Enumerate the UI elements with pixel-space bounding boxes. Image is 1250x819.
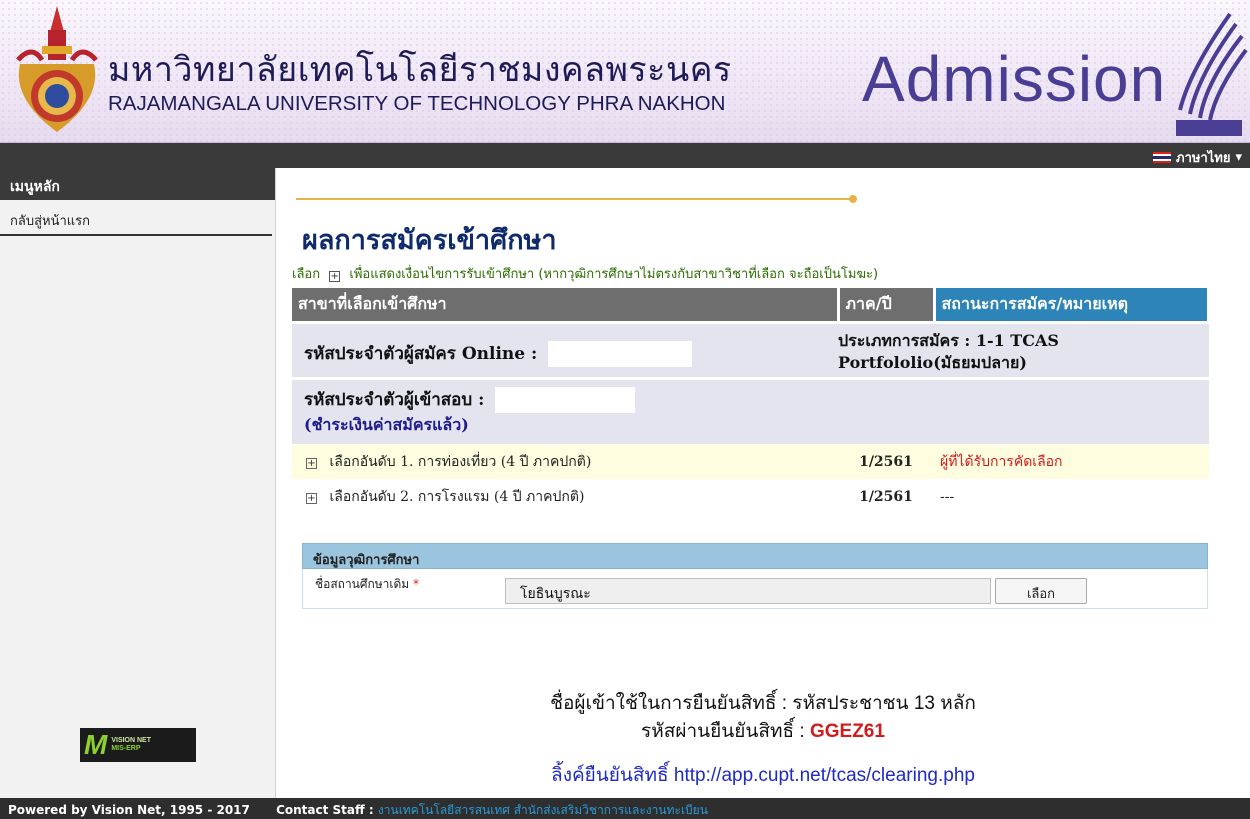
exam-id-cell: รหัสประจำตัวผู้เข้าสอบ : (ชำระเงินค่าสมั… xyxy=(292,376,838,444)
language-selector[interactable]: ภาษาไทย ▾ xyxy=(1153,147,1242,168)
conditions-text: เพื่อแสดงเงื่อนไขการรับเข้าศึกษา (หากวุฒ… xyxy=(349,267,879,282)
choice-2-status: --- xyxy=(934,478,1209,514)
redacted-online-id xyxy=(548,341,693,367)
language-label: ภาษาไทย xyxy=(1176,151,1231,166)
university-name-th: มหาวิทยาลัยเทคโนโลยีราชมงคลพระนคร xyxy=(108,50,732,90)
column-header-term: ภาค/ปี xyxy=(838,288,936,322)
top-nav-bar: ภาษาไทย ▾ xyxy=(0,143,1250,168)
column-header-status: สถานะการสมัคร/หมายเหตุ xyxy=(934,288,1210,322)
site-header: มหาวิทยาลัยเทคโนโลยีราชมงคลพระนคร RAJAMA… xyxy=(0,0,1250,143)
confirmation-link[interactable]: ลิ้งค์ยืนยันสิทธิ์ http://app.cupt.net/t… xyxy=(276,760,1250,790)
powered-by: Powered by Vision Net, 1995 - 2017 xyxy=(8,803,250,817)
application-result-table: สาขาที่เลือกเข้าศึกษา ภาค/ปี สถานะการสมั… xyxy=(292,288,1210,514)
username-instruction: ชื่อผู้เข้าใช้ในการยืนยันสิทธิ์ : รหัสปร… xyxy=(550,693,976,714)
university-name-en: RAJAMANGALA UNIVERSITY OF TECHNOLOGY PHR… xyxy=(108,92,726,115)
conditions-note: เลือก + เพื่อแสดงเงื่อนไขการรับเข้าศึกษา… xyxy=(292,263,878,284)
choice-2-term: 1/2561 xyxy=(838,478,934,514)
rmutp-swirl-logo-icon xyxy=(1176,12,1248,136)
application-type-cell: ประเภทการสมัคร : 1-1 TCAS Portfololio(มั… xyxy=(838,320,1209,378)
vision-net-logo[interactable]: M VISION NET MIS-ERP xyxy=(80,728,196,762)
online-id-label: รหัสประจำตัวผู้สมัคร Online : xyxy=(304,343,538,364)
choice-1-term: 1/2561 xyxy=(838,443,934,479)
table-row[interactable]: + เลือกอันดับ 2. การโรงแรม (4 ปี ภาคปกติ… xyxy=(292,478,1209,514)
education-panel: ข้อมูลวุฒิการศึกษา ชื่อสถานศึกษาเดิม * โ… xyxy=(302,543,1208,609)
previous-school-label-text: ชื่อสถานศึกษาเดิม xyxy=(315,577,410,591)
contact-staff-link[interactable]: งานเทคโนโลยีสารสนเทศ สำนักส่งเสริมวิชากา… xyxy=(378,803,708,817)
redacted-exam-id xyxy=(495,387,636,413)
password-label: รหัสผ่านยืนยันสิทธิ์ : xyxy=(641,721,810,742)
choice-2-cell: + เลือกอันดับ 2. การโรงแรม (4 ปี ภาคปกติ… xyxy=(292,478,838,514)
vision-net-logo-line2: MIS-ERP xyxy=(111,745,141,752)
contact-staff-label: Contact Staff : xyxy=(276,803,374,817)
previous-school-field[interactable]: โยธินบูรณะ xyxy=(505,578,991,604)
empty-cell xyxy=(838,376,1209,444)
required-mark: * xyxy=(413,577,420,591)
education-panel-body: ชื่อสถานศึกษาเดิม * โยธินบูรณะ เลือก xyxy=(302,569,1208,609)
vision-net-logo-text: VISION NET MIS-ERP xyxy=(111,737,151,753)
previous-school-label: ชื่อสถานศึกษาเดิม * xyxy=(315,575,419,594)
university-emblem-icon xyxy=(16,6,98,132)
select-school-button[interactable]: เลือก xyxy=(995,578,1087,604)
sidebar: เมนูหลัก กลับสู่หน้าแรก M VISION NET MIS… xyxy=(0,168,276,798)
vision-net-logo-line1: VISION NET xyxy=(111,736,152,744)
online-id-cell: รหัสประจำตัวผู้สมัคร Online : xyxy=(292,320,838,378)
expand-conditions-icon[interactable]: + xyxy=(329,271,341,282)
table-row[interactable]: + เลือกอันดับ 1. การท่องเที่ยว (4 ปี ภาค… xyxy=(292,443,1209,479)
expand-choice-icon[interactable]: + xyxy=(306,457,317,469)
expand-choice-icon[interactable]: + xyxy=(306,492,317,504)
admission-title: Admission xyxy=(862,43,1167,115)
page-footer: Powered by Vision Net, 1995 - 2017 Conta… xyxy=(0,798,1250,819)
conditions-prefix: เลือก xyxy=(292,267,321,282)
password-instruction: รหัสผ่านยืนยันสิทธิ์ : GGEZ61 xyxy=(276,716,1250,746)
column-header-program: สาขาที่เลือกเข้าศึกษา xyxy=(292,288,840,322)
payment-status: (ชำระเงินค่าสมัครแล้ว) xyxy=(304,415,469,434)
choice-1-cell: + เลือกอันดับ 1. การท่องเที่ยว (4 ปี ภาค… xyxy=(292,443,838,479)
choice-1-label: เลือกอันดับ 1. การท่องเที่ยว (4 ปี ภาคปก… xyxy=(329,453,592,470)
education-panel-heading: ข้อมูลวุฒิการศึกษา xyxy=(302,543,1208,569)
sidebar-item-home[interactable]: กลับสู่หน้าแรก xyxy=(0,200,272,236)
password-value: GGEZ61 xyxy=(809,721,885,742)
table-row: รหัสประจำตัวผู้เข้าสอบ : (ชำระเงินค่าสมั… xyxy=(292,376,1209,444)
main-content: ผลการสมัครเข้าศึกษา เลือก + เพื่อแสดงเงื… xyxy=(276,168,1250,798)
choice-1-status: ผู้ที่ได้รับการคัดเลือก xyxy=(934,443,1209,479)
chevron-down-icon: ▾ xyxy=(1235,150,1242,165)
divider-dot xyxy=(849,195,857,203)
choice-2-label: เลือกอันดับ 2. การโรงแรม (4 ปี ภาคปกติ) xyxy=(329,488,585,505)
table-row: รหัสประจำตัวผู้สมัคร Online : ประเภทการส… xyxy=(292,320,1209,378)
sidebar-heading: เมนูหลัก xyxy=(0,168,275,200)
page-title: ผลการสมัครเข้าศึกษา xyxy=(302,225,557,256)
thai-flag-icon xyxy=(1153,152,1171,163)
title-divider xyxy=(296,198,856,200)
exam-id-label: รหัสประจำตัวผู้เข้าสอบ : xyxy=(304,389,485,410)
vision-net-logo-letter: M xyxy=(84,729,108,760)
application-type: ประเภทการสมัคร : 1-1 TCAS Portfololio(มั… xyxy=(838,330,1059,372)
